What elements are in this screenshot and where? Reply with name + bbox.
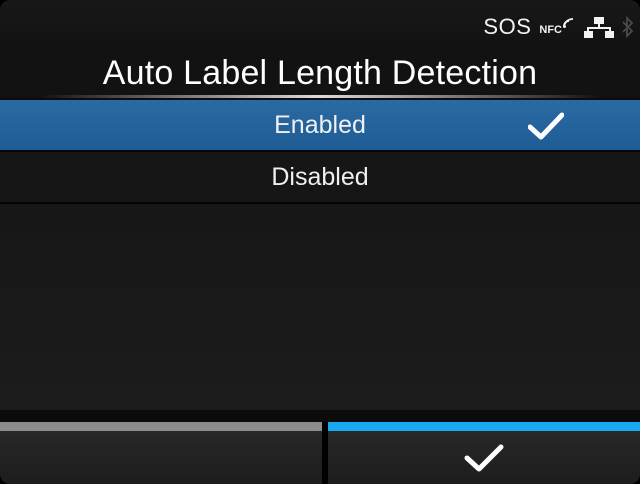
option-label: Disabled	[271, 162, 369, 191]
option-label: Enabled	[274, 110, 366, 139]
nfc-label: NFC	[539, 24, 562, 36]
check-icon	[464, 444, 504, 477]
option-enabled[interactable]: Enabled	[0, 100, 640, 152]
confirm-softkey-strip	[328, 422, 640, 431]
options-list: Enabled Disabled	[0, 100, 640, 410]
status-bar: SOS NFC	[0, 0, 640, 50]
softkey-bar	[0, 422, 640, 484]
nfc-icon: NFC	[539, 18, 576, 36]
option-disabled[interactable]: Disabled	[0, 152, 640, 204]
back-softkey-strip	[0, 422, 322, 431]
page-title: Auto Label Length Detection	[102, 54, 538, 92]
lan-icon	[584, 16, 614, 38]
title-area: Auto Label Length Detection	[0, 50, 640, 98]
status-icons: SOS NFC	[483, 14, 634, 40]
sos-indicator: SOS	[483, 14, 532, 39]
printer-display: SOS NFC Auto Label Length Detection Enab…	[0, 0, 640, 484]
title-underline	[40, 95, 600, 98]
bluetooth-icon	[622, 15, 634, 39]
back-softkey[interactable]	[0, 422, 322, 484]
confirm-softkey[interactable]	[328, 422, 640, 484]
check-icon	[527, 112, 565, 147]
